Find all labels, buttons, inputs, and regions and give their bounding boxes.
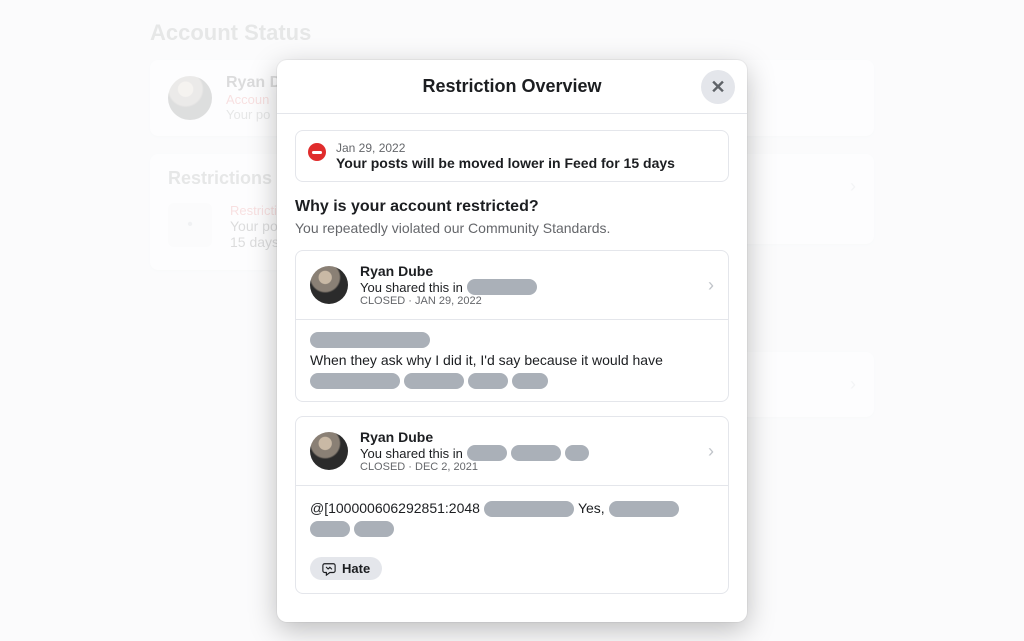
violation-shared-label: You shared this in — [360, 446, 463, 461]
violation-content-2: Yes, — [578, 498, 605, 519]
violation-content: When they ask why I did it, I'd say beca… — [310, 350, 663, 371]
violation-date: Dec 2, 2021 — [415, 461, 478, 473]
restriction-overview-modal: Restriction Overview ✕ Jan 29, 2022 Your… — [277, 60, 747, 622]
close-button[interactable]: ✕ — [701, 70, 735, 104]
redacted-text — [565, 445, 589, 461]
violation-shared-label: You shared this in — [360, 280, 463, 295]
redacted-text — [310, 373, 400, 389]
no-entry-icon — [308, 143, 326, 161]
violation-author: Ryan Dube — [360, 429, 696, 445]
violation-card: Ryan Dube You shared this in CLOSED · De… — [295, 416, 729, 594]
avatar — [310, 266, 348, 304]
violation-tags: Hate — [296, 549, 728, 593]
violation-status: CLOSED — [360, 461, 405, 473]
chevron-right-icon: › — [708, 441, 714, 462]
notice-date: Jan 29, 2022 — [336, 141, 675, 155]
why-heading: Why is your account restricted? — [295, 198, 729, 216]
violation-header[interactable]: Ryan Dube You shared this in CLOSED · De… — [296, 417, 728, 486]
violation-date: Jan 29, 2022 — [415, 295, 482, 307]
chevron-right-icon: › — [708, 275, 714, 296]
redacted-text — [467, 279, 537, 295]
avatar — [310, 432, 348, 470]
notice-text: Your posts will be moved lower in Feed f… — [336, 155, 675, 171]
violation-header[interactable]: Ryan Dube You shared this in CLOSED · Ja… — [296, 251, 728, 320]
violation-body: When they ask why I did it, I'd say beca… — [296, 320, 728, 401]
close-icon: ✕ — [710, 77, 725, 98]
redacted-text — [404, 373, 464, 389]
modal-header: Restriction Overview ✕ — [277, 60, 747, 114]
modal-body: Jan 29, 2022 Your posts will be moved lo… — [277, 114, 747, 614]
redacted-text — [511, 445, 561, 461]
redacted-text — [310, 521, 350, 537]
redacted-text — [354, 521, 394, 537]
violation-status: CLOSED — [360, 295, 405, 307]
redacted-text — [512, 373, 548, 389]
redacted-text — [484, 501, 574, 517]
violation-tag-hate: Hate — [310, 557, 382, 580]
redacted-text — [467, 445, 507, 461]
modal-title: Restriction Overview — [422, 76, 601, 97]
speech-bubble-icon — [322, 562, 336, 576]
redacted-text — [310, 332, 430, 348]
redacted-text — [609, 501, 679, 517]
violation-author: Ryan Dube — [360, 263, 696, 279]
tag-label: Hate — [342, 561, 370, 576]
violation-body: @[100000606292851:2048 Yes, — [296, 486, 728, 549]
redacted-text — [468, 373, 508, 389]
violation-content: @[100000606292851:2048 — [310, 498, 480, 519]
why-text: You repeatedly violated our Community St… — [295, 220, 729, 236]
restriction-notice: Jan 29, 2022 Your posts will be moved lo… — [295, 130, 729, 182]
violation-card: Ryan Dube You shared this in CLOSED · Ja… — [295, 250, 729, 402]
